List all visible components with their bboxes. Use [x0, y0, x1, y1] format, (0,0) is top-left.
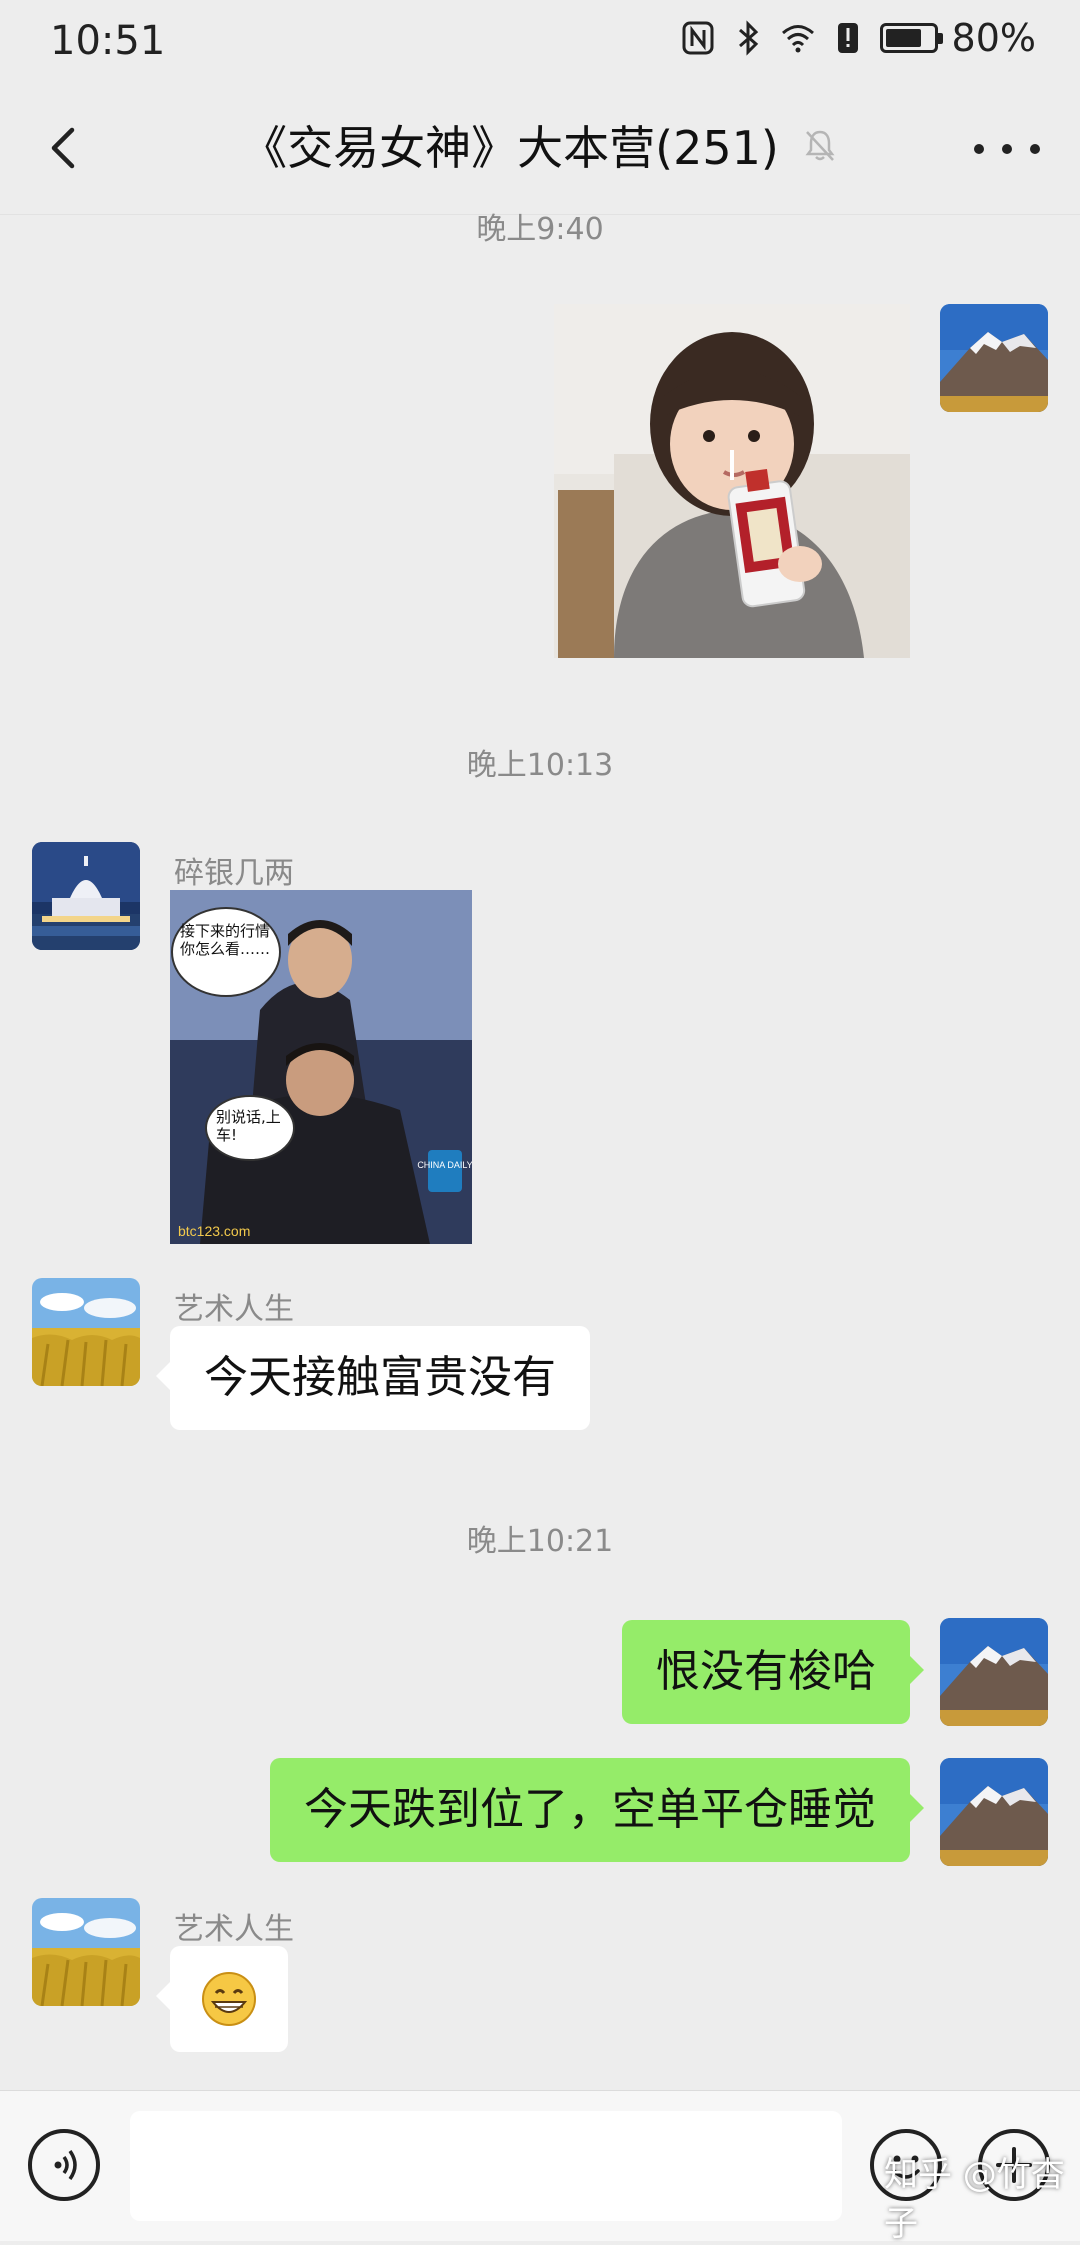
sender-name: 艺术人生 [174, 1292, 294, 1327]
mountain-avatar-image [940, 1758, 1048, 1866]
message-bubble-self[interactable]: 今天跌到位了，空单平仓睡觉 [270, 1758, 924, 1862]
capitol-avatar-image [32, 842, 140, 950]
status-time: 10:51 [50, 18, 166, 64]
chat-header: 《交易女神》大本营(251) [0, 84, 1080, 215]
more-dot [974, 144, 984, 154]
bluetooth-icon [738, 20, 758, 56]
more-dot [1030, 144, 1040, 154]
avatar-self[interactable] [940, 1618, 1048, 1726]
battery-icon [879, 23, 943, 53]
bell-off-icon [805, 130, 835, 161]
watermark-text: 知乎 @竹杳子 [884, 2155, 1065, 2244]
wheat-field-avatar-image [32, 1278, 140, 1386]
more-button[interactable] [974, 124, 1040, 174]
nfc-icon [682, 21, 714, 55]
time-label: 晚上10:13 [466, 748, 614, 783]
meme-image: CHINA DAILY 接下来的行情你怎么看…… 别说话,上车! btc123.… [170, 890, 472, 1244]
avatar-yishurensheng[interactable] [32, 1278, 140, 1386]
time-label: 晚上10:21 [466, 1524, 614, 1559]
message-bubble[interactable]: 今天接触富贵没有 [156, 1326, 590, 1430]
grin-emoji-icon [202, 1972, 256, 2026]
message-input[interactable] [130, 2111, 842, 2221]
alert-icon [837, 23, 858, 53]
emoji-message[interactable] [156, 1946, 288, 2052]
avatar-self[interactable] [940, 304, 1048, 412]
status-icons: 80% [680, 16, 1036, 60]
meme-caption-2: 别说话,上车! [216, 1108, 281, 1144]
sender-name: 碎银几两 [174, 856, 294, 891]
avatar-suiyinjiliang[interactable] [32, 842, 140, 950]
wifi-icon [781, 25, 814, 53]
image-message[interactable] [554, 304, 910, 658]
status-bar: 10:51 80% [0, 0, 1080, 84]
more-dot [1002, 144, 1012, 154]
badge-text: CHINA DAILY [417, 1160, 472, 1170]
meme-caption-1: 接下来的行情你怎么看…… [180, 922, 271, 958]
voice-button[interactable] [28, 2129, 100, 2201]
sender-name: 艺术人生 [174, 1912, 294, 1947]
input-bar: 知乎 @竹杳子 [0, 2090, 1080, 2244]
mountain-avatar-image [940, 1618, 1048, 1726]
chat-title[interactable]: 《交易女神》大本营(251) [241, 112, 779, 178]
meme-watermark: btc123.com [178, 1223, 250, 1239]
image-message[interactable]: CHINA DAILY 接下来的行情你怎么看…… 别说话,上车! btc123.… [170, 890, 472, 1244]
wheat-field-avatar-image [32, 1898, 140, 2006]
battery-fill [885, 29, 922, 47]
avatar-self[interactable] [940, 1758, 1048, 1866]
voice-icon [54, 2149, 77, 2181]
avatar-yishurensheng[interactable] [32, 1898, 140, 2006]
message-bubble-self[interactable]: 恨没有梭哈 [622, 1620, 924, 1724]
chat-title-wrap: 《交易女神》大本营(251) [0, 112, 1080, 178]
battery-percent: 80% [951, 16, 1036, 60]
back-button[interactable] [38, 120, 94, 176]
child-holding-bottle-image [554, 304, 910, 658]
time-label: 晚上9:40 [476, 212, 604, 247]
mountain-avatar-image [940, 304, 1048, 412]
title-row: 《交易女神》大本营(251) [241, 112, 839, 178]
